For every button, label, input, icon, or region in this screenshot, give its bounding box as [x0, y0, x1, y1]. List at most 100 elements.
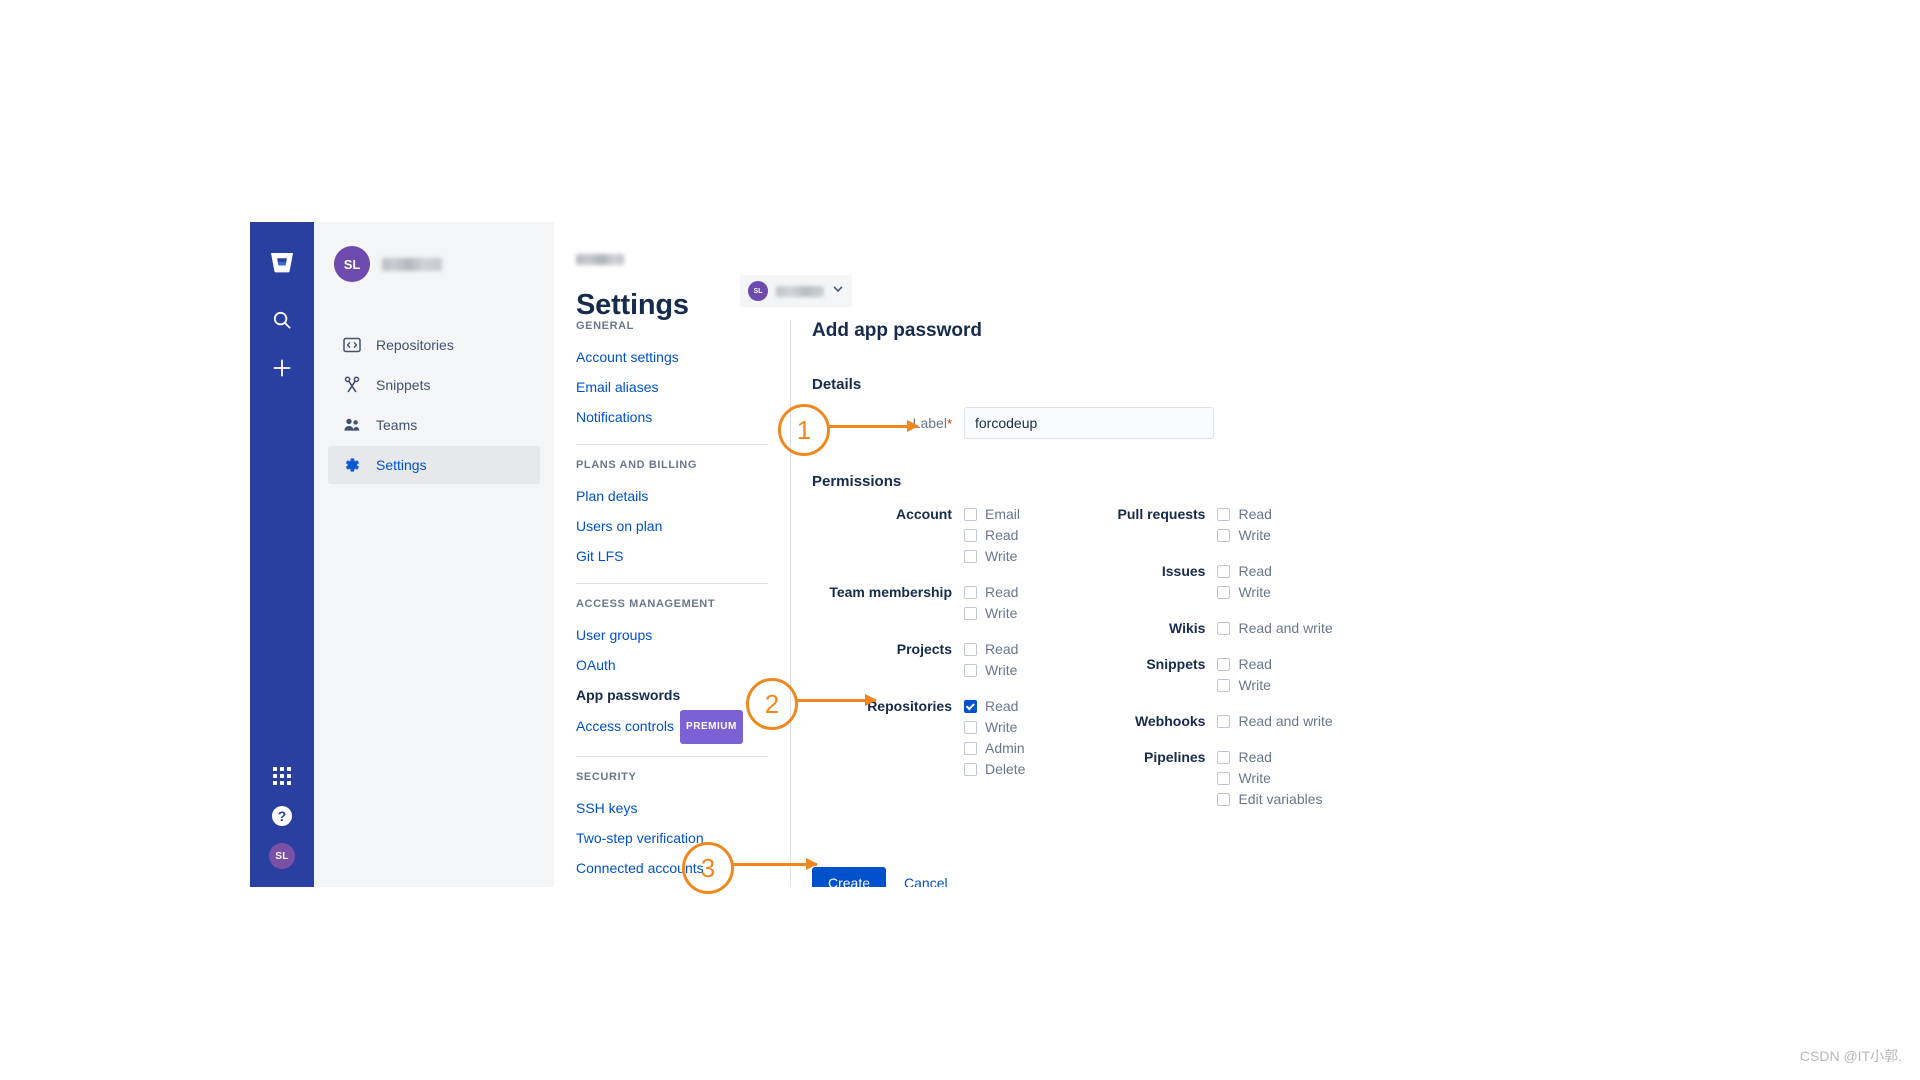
checkbox-box[interactable]: [964, 529, 977, 542]
permissions-grid: Account Email Read: [812, 504, 1672, 825]
checkbox-box[interactable]: [964, 508, 977, 521]
details-heading: Details: [812, 376, 1672, 393]
sidebar-item-settings[interactable]: Settings: [328, 446, 540, 484]
chevron-down-icon: [832, 282, 844, 300]
checkbox-box[interactable]: [964, 742, 977, 755]
checkbox-projects-write[interactable]: Write: [964, 660, 1018, 680]
account-header[interactable]: SL: [334, 246, 442, 282]
checkbox-snippets-write[interactable]: Write: [1217, 675, 1271, 695]
subnav-link-account-settings[interactable]: Account settings: [568, 342, 776, 372]
checkbox-box[interactable]: [964, 550, 977, 563]
subnav-link-connected-accounts[interactable]: Connected accounts: [568, 853, 776, 883]
subnav-group-title: SECURITY: [568, 771, 776, 783]
checkbox-label: Write: [1238, 768, 1270, 788]
permission-group-label: Projects: [812, 639, 964, 680]
permission-group-label: Issues: [1065, 561, 1217, 602]
checkbox-account-write[interactable]: Write: [964, 546, 1020, 566]
rail-profile-avatar[interactable]: SL: [250, 838, 314, 874]
account-nav-column: SL Repositories: [314, 222, 554, 887]
subnav-link-notifications[interactable]: Notifications: [568, 402, 776, 432]
checkbox-box[interactable]: [1217, 715, 1230, 728]
checkbox-label: Read and write: [1238, 711, 1332, 731]
permission-options: Read and write: [1217, 711, 1332, 731]
checkbox-box[interactable]: [1217, 751, 1230, 764]
checkbox-account-read[interactable]: Read: [964, 525, 1020, 545]
checkbox-box[interactable]: [1217, 565, 1230, 578]
subnav-link-app-passwords[interactable]: App passwords: [568, 680, 776, 710]
checkbox-wikis-read-and-write[interactable]: Read and write: [1217, 618, 1332, 638]
sidebar-item-repositories[interactable]: Repositories: [328, 326, 540, 364]
subnav-link-ssh-keys[interactable]: SSH keys: [568, 793, 776, 823]
permission-options: Read Write Admin: [964, 696, 1025, 779]
avatar: SL: [748, 281, 768, 301]
checkbox-box[interactable]: [964, 607, 977, 620]
checkbox-repositories-delete[interactable]: Delete: [964, 759, 1025, 779]
app-switcher-grid-icon[interactable]: [250, 758, 314, 794]
checkbox-webhooks-read-and-write[interactable]: Read and write: [1217, 711, 1332, 731]
checkbox-box[interactable]: [1217, 586, 1230, 599]
sidebar-item-teams[interactable]: Teams: [328, 406, 540, 444]
checkbox-repositories-read[interactable]: Read: [964, 696, 1025, 716]
annotation-arrow-1: [828, 425, 918, 428]
annotation-marker-1: 1: [778, 404, 830, 456]
checkbox-box[interactable]: [964, 721, 977, 734]
checkbox-box[interactable]: [964, 700, 977, 713]
checkbox-snippets-read[interactable]: Read: [1217, 654, 1271, 674]
checkbox-label: Read: [1238, 504, 1271, 524]
label-field-row: Label*: [812, 407, 1672, 439]
subnav-link-plan-details[interactable]: Plan details: [568, 481, 776, 511]
subnav-link-access-controls[interactable]: Access controlsPREMIUM: [568, 710, 776, 744]
sidebar-item-snippets[interactable]: Snippets: [328, 366, 540, 404]
checkbox-box[interactable]: [964, 643, 977, 656]
checkbox-team-membership-write[interactable]: Write: [964, 603, 1018, 623]
bitbucket-logo-icon[interactable]: [250, 242, 314, 282]
checkbox-pipelines-write[interactable]: Write: [1217, 768, 1322, 788]
search-icon[interactable]: [250, 302, 314, 338]
label-input[interactable]: [964, 407, 1214, 439]
plus-icon[interactable]: [250, 350, 314, 386]
divider: [576, 444, 768, 445]
checkbox-label: Write: [985, 603, 1017, 623]
subnav-link-users-on-plan[interactable]: Users on plan: [568, 511, 776, 541]
subnav-link-user-groups[interactable]: User groups: [568, 620, 776, 650]
checkbox-issues-write[interactable]: Write: [1217, 582, 1271, 602]
subnav-group-title: GENERAL: [568, 320, 776, 332]
checkbox-pipelines-read[interactable]: Read: [1217, 747, 1322, 767]
checkbox-box[interactable]: [964, 763, 977, 776]
checkbox-box[interactable]: [1217, 793, 1230, 806]
checkbox-box[interactable]: [1217, 772, 1230, 785]
checkbox-pull-requests-write[interactable]: Write: [1217, 525, 1271, 545]
checkbox-repositories-admin[interactable]: Admin: [964, 738, 1025, 758]
checkbox-label: Write: [985, 546, 1017, 566]
permission-group-label: Snippets: [1065, 654, 1217, 695]
permission-group-label: Webhooks: [1065, 711, 1217, 731]
workspace-selector[interactable]: SL: [740, 275, 852, 307]
checkbox-box[interactable]: [964, 664, 977, 677]
checkbox-projects-read[interactable]: Read: [964, 639, 1018, 659]
checkbox-box[interactable]: [1217, 529, 1230, 542]
permission-group-pipelines: Pipelines Read Write: [1065, 747, 1332, 809]
checkbox-box[interactable]: [964, 586, 977, 599]
checkbox-issues-read[interactable]: Read: [1217, 561, 1271, 581]
checkbox-box[interactable]: [1217, 622, 1230, 635]
checkbox-box[interactable]: [1217, 679, 1230, 692]
checkbox-box[interactable]: [1217, 658, 1230, 671]
account-name-redacted: [382, 258, 442, 271]
checkbox-team-membership-read[interactable]: Read: [964, 582, 1018, 602]
subnav-link-two-step-verification[interactable]: Two-step verification: [568, 823, 776, 853]
cancel-button[interactable]: Cancel: [904, 875, 948, 887]
checkbox-repositories-write[interactable]: Write: [964, 717, 1025, 737]
subnav-link-oauth[interactable]: OAuth: [568, 650, 776, 680]
subnav-link-email-aliases[interactable]: Email aliases: [568, 372, 776, 402]
permission-group-snippets: Snippets Read Write: [1065, 654, 1332, 695]
checkbox-account-email[interactable]: Email: [964, 504, 1020, 524]
subnav-link-git-lfs[interactable]: Git LFS: [568, 541, 776, 571]
checkbox-pipelines-edit-variables[interactable]: Edit variables: [1217, 789, 1322, 809]
checkbox-pull-requests-read[interactable]: Read: [1217, 504, 1271, 524]
workspace-name-redacted: [776, 286, 824, 297]
help-question-icon[interactable]: ?: [250, 798, 314, 834]
create-button[interactable]: Create: [812, 867, 886, 887]
permission-group-webhooks: Webhooks Read and write: [1065, 711, 1332, 731]
checkbox-box[interactable]: [1217, 508, 1230, 521]
breadcrumb: [576, 254, 624, 265]
